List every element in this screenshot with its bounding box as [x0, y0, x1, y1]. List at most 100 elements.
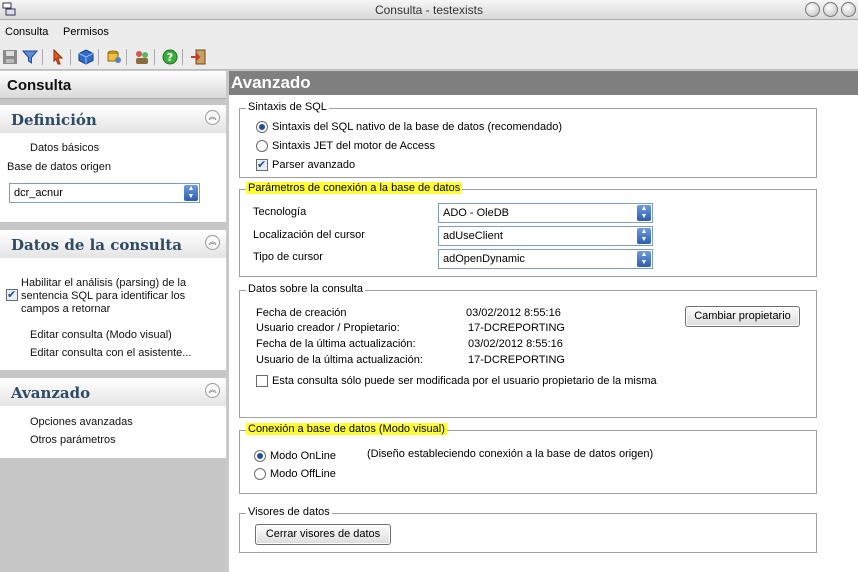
radio-online[interactable]: [254, 450, 266, 462]
panel-definicion-title: Definición: [11, 111, 97, 129]
link-otros-parametros[interactable]: Otros parámetros: [30, 434, 116, 446]
group-visual-connection: Conexión a base de datos (Modo visual) M…: [239, 423, 817, 494]
collapse-icon[interactable]: ︽: [205, 110, 220, 125]
sidebar-header: Consulta: [0, 71, 226, 99]
maximize-button[interactable]: [823, 2, 838, 17]
users-icon[interactable]: [134, 49, 150, 65]
owner-label: Usuario creador / Propietario:: [256, 322, 400, 334]
cursor-type-label: Tipo de cursor: [253, 251, 323, 263]
parsing-label-line1: Habilitar el análisis (parsing) de la: [21, 277, 187, 289]
panel-avanzado-header[interactable]: Avanzado ︽: [0, 378, 226, 406]
panel-datos-consulta-header[interactable]: Datos de la consulta ︽: [0, 230, 226, 258]
collapse-icon[interactable]: ︽: [205, 235, 220, 250]
exit-icon[interactable]: [190, 49, 206, 65]
menu-consulta[interactable]: Consulta: [5, 26, 48, 38]
toolbar: ?: [0, 44, 858, 70]
tech-value: ADO - OleDB: [443, 207, 510, 219]
tech-select[interactable]: ADO - OleDB ▲ ▼: [438, 203, 653, 223]
group-sql-legend: Sintaxis de SQL: [246, 101, 329, 113]
toolbar-separator: [98, 49, 99, 65]
window-title: Consulta - testexists: [374, 3, 484, 17]
db-origin-value: dcr_acnur: [14, 187, 63, 199]
spinner-arrows-icon[interactable]: ▲ ▼: [637, 251, 651, 267]
cursor-type-select[interactable]: adOpenDynamic ▲ ▼: [438, 249, 653, 269]
main-title: Avanzado: [231, 73, 311, 92]
spinner-arrows-icon[interactable]: ▲ ▼: [637, 228, 651, 244]
parsing-label-line3: campos a retornar: [21, 303, 111, 315]
radio-sql-native[interactable]: [256, 121, 268, 133]
group-connection-params: Parámetros de conexión a la base de dato…: [239, 182, 817, 277]
link-datos-basicos[interactable]: Datos básicos: [30, 142, 99, 154]
parsing-checkbox[interactable]: [6, 288, 18, 301]
panel-datos-consulta: Datos de la consulta ︽ Habilitar el anál…: [0, 230, 226, 370]
updated-value: 03/02/2012 8:55:16: [468, 338, 563, 350]
panel-definicion-header[interactable]: Definición ︽: [0, 105, 226, 133]
toolbar-separator: [182, 49, 183, 65]
db-origin-select[interactable]: dcr_acnur ▲ ▼: [9, 183, 200, 203]
parser-label: Parser avanzado: [272, 159, 356, 171]
group-info-legend: Datos sobre la consulta: [246, 283, 365, 295]
close-button[interactable]: [841, 2, 856, 17]
radio-online-label: Modo OnLine: [270, 450, 337, 462]
pointer-icon[interactable]: [50, 49, 66, 65]
db-user-icon[interactable]: [106, 49, 122, 65]
radio-sql-native-label: Sintaxis del SQL nativo de la base de da…: [272, 121, 563, 133]
parser-checkbox[interactable]: [256, 158, 268, 171]
radio-sql-jet[interactable]: [256, 140, 268, 152]
spinner-arrows-icon[interactable]: ▲ ▼: [184, 185, 198, 201]
help-icon[interactable]: ?: [162, 49, 178, 65]
panel-avanzado: Avanzado ︽ Opciones avanzadas Otros pará…: [0, 378, 226, 458]
online-description: (Diseño estableciendo conexión a la base…: [367, 448, 654, 460]
toolbar-separator: [154, 49, 155, 65]
updater-label: Usuario de la última actualización:: [256, 354, 423, 366]
spinner-arrows-icon[interactable]: ▲ ▼: [637, 205, 651, 221]
minimize-button[interactable]: [805, 2, 820, 17]
group-viewers-legend: Visores de datos: [246, 506, 332, 518]
link-editar-visual[interactable]: Editar consulta (Modo visual): [30, 329, 172, 341]
save-icon[interactable]: [2, 49, 18, 65]
cursor-location-value: adUseClient: [443, 230, 503, 242]
group-connection-legend: Parámetros de conexión a la base de dato…: [246, 182, 463, 194]
main-panel: Avanzado Sintaxis de SQL Sintaxis del SQ…: [229, 71, 858, 572]
parsing-label-line2: sentencia SQL para identificar los: [21, 290, 186, 302]
panel-definicion: Definición ︽ Datos básicos Base de datos…: [0, 105, 226, 222]
main-header: Avanzado: [229, 71, 858, 95]
radio-offline-label: Modo OffLine: [270, 468, 336, 480]
radio-offline[interactable]: [254, 468, 266, 480]
cursor-type-value: adOpenDynamic: [443, 253, 525, 265]
close-viewers-button[interactable]: Cerrar visores de datos: [255, 524, 391, 545]
sidebar: Consulta Definición ︽ Datos básicos Base…: [0, 71, 226, 572]
toolbar-separator: [126, 49, 127, 65]
svg-text:?: ?: [167, 51, 173, 64]
cursor-location-select[interactable]: adUseClient ▲ ▼: [438, 226, 653, 246]
title-bar: Consulta - testexists: [0, 0, 858, 20]
created-value: 03/02/2012 8:55:16: [466, 307, 561, 319]
link-editar-asistente[interactable]: Editar consulta con el asistente...: [30, 347, 191, 359]
cursor-location-label: Localización del cursor: [253, 229, 365, 241]
sidebar-title: Consulta: [7, 77, 72, 94]
owner-value: 17-DCREPORTING: [468, 322, 565, 334]
toolbar-separator: [70, 49, 71, 65]
panel-avanzado-title: Avanzado: [11, 384, 91, 402]
owner-only-label: Esta consulta sólo puede ser modificada …: [272, 375, 657, 387]
tech-label: Tecnología: [253, 206, 307, 218]
radio-sql-jet-label: Sintaxis JET del motor de Access: [272, 140, 436, 152]
link-opciones-avanzadas[interactable]: Opciones avanzadas: [30, 416, 133, 428]
menu-bar: Consulta Permisos: [0, 20, 858, 44]
group-visual-legend: Conexión a base de datos (Modo visual): [246, 423, 447, 435]
created-label: Fecha de creación: [256, 307, 347, 319]
change-owner-button[interactable]: Cambiar propietario: [685, 306, 800, 327]
menu-permisos[interactable]: Permisos: [63, 26, 109, 38]
group-sql-syntax: Sintaxis de SQL Sintaxis del SQL nativo …: [239, 101, 817, 178]
updater-value: 17-DCREPORTING: [468, 354, 565, 366]
db-origin-label: Base de datos origen: [7, 161, 111, 173]
group-data-viewers: Visores de datos Cerrar visores de datos: [239, 506, 817, 553]
toolbar-separator: [42, 49, 43, 65]
cube-icon[interactable]: [78, 49, 94, 65]
group-query-info: Datos sobre la consulta Fecha de creació…: [239, 283, 817, 418]
updated-label: Fecha de la última actualización:: [256, 338, 416, 350]
collapse-icon[interactable]: ︽: [205, 383, 220, 398]
panel-datos-consulta-title: Datos de la consulta: [11, 236, 182, 254]
filter-icon[interactable]: [22, 49, 38, 65]
owner-only-checkbox[interactable]: [256, 375, 268, 387]
